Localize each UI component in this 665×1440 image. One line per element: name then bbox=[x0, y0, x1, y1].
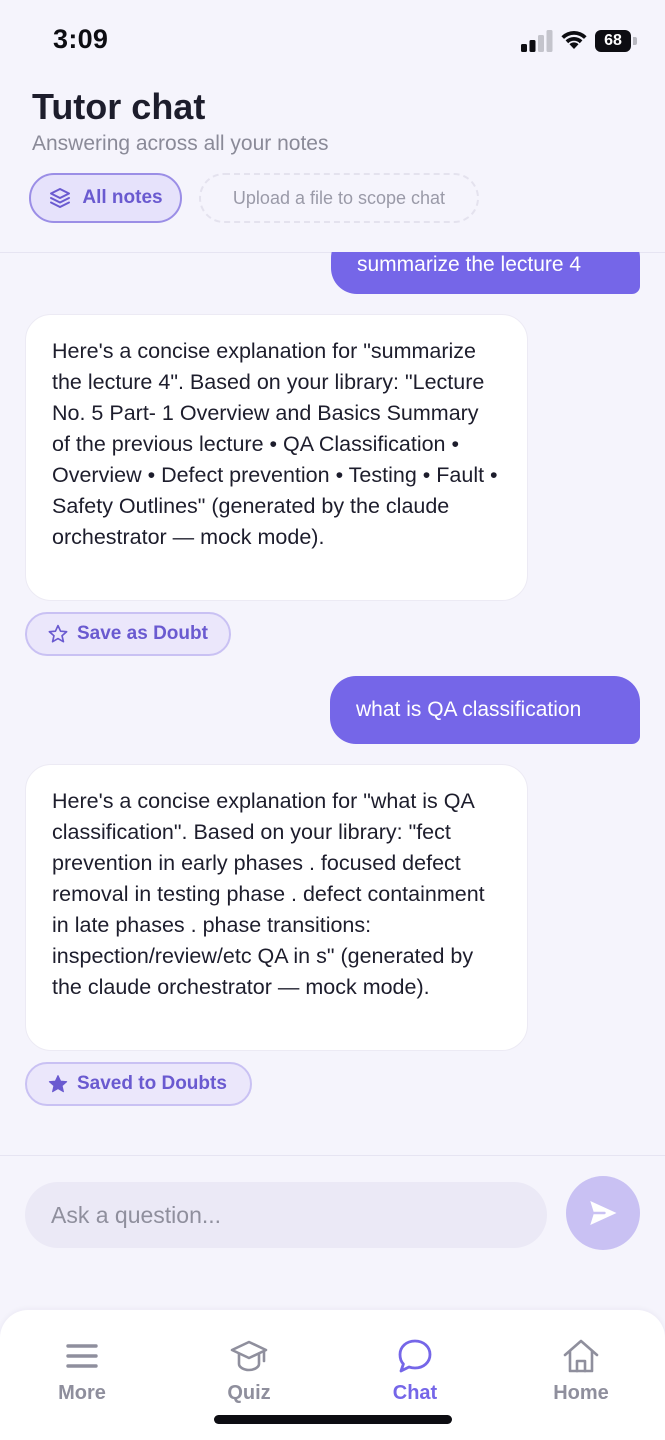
tab-chat[interactable]: Chat bbox=[350, 1336, 480, 1408]
all-notes-chip[interactable]: All notes bbox=[29, 173, 182, 223]
saved-to-doubts-button[interactable]: Saved to Doubts bbox=[25, 1062, 252, 1106]
page-title: Tutor chat bbox=[32, 86, 206, 127]
saved-to-doubts-label: Saved to Doubts bbox=[77, 1073, 227, 1094]
home-icon bbox=[563, 1339, 599, 1373]
upload-file-label: Upload a file to scope chat bbox=[232, 187, 446, 208]
assistant-message: Here's a concise explanation for "what i… bbox=[25, 764, 528, 1051]
tab-quiz[interactable]: Quiz bbox=[184, 1336, 314, 1408]
user-message-text: summarize the lecture 4 bbox=[357, 253, 582, 276]
battery-indicator: 68 bbox=[595, 30, 637, 52]
send-button[interactable] bbox=[566, 1176, 640, 1250]
layers-icon bbox=[50, 188, 71, 208]
status-time: 3:09 bbox=[53, 24, 109, 54]
chat-header: Tutor chat Answering across all your not… bbox=[0, 70, 665, 253]
tab-more[interactable]: More bbox=[17, 1336, 147, 1408]
star-filled-icon bbox=[48, 1075, 68, 1093]
save-as-doubt-button[interactable]: Save as Doubt bbox=[25, 612, 231, 656]
upload-file-chip[interactable]: Upload a file to scope chat bbox=[199, 173, 479, 223]
star-outline-icon bbox=[48, 624, 68, 643]
send-icon bbox=[590, 1201, 617, 1225]
user-message: summarize the lecture 4 bbox=[331, 252, 640, 294]
battery-nub bbox=[633, 37, 637, 45]
user-message-text: what is QA classification bbox=[356, 698, 582, 721]
chat-bubble-icon bbox=[398, 1339, 432, 1373]
assistant-message-text: Here's a concise explanation for "summar… bbox=[52, 339, 498, 549]
tab-chat-label: Chat bbox=[392, 1382, 438, 1404]
graduation-cap-icon bbox=[230, 1340, 268, 1372]
wifi-icon bbox=[561, 31, 587, 49]
tab-more-label: More bbox=[58, 1382, 106, 1404]
page-subtitle: Answering across all your notes bbox=[32, 132, 329, 155]
home-indicator bbox=[214, 1415, 452, 1424]
tab-quiz-label: Quiz bbox=[227, 1382, 271, 1404]
chat-messages[interactable]: summarize the lecture 4 Here's a concise… bbox=[0, 252, 665, 1155]
assistant-message-text: Here's a concise explanation for "what i… bbox=[52, 789, 485, 999]
save-as-doubt-label: Save as Doubt bbox=[77, 623, 208, 644]
menu-icon bbox=[66, 1344, 98, 1368]
ask-question-input[interactable] bbox=[25, 1182, 547, 1248]
cellular-signal-icon bbox=[521, 30, 553, 52]
all-notes-label: All notes bbox=[82, 187, 163, 208]
message-composer bbox=[0, 1155, 665, 1311]
tab-home-label: Home bbox=[553, 1382, 609, 1404]
user-message: what is QA classification bbox=[330, 676, 640, 744]
status-bar: 3:09 68 bbox=[0, 0, 665, 70]
assistant-message: Here's a concise explanation for "summar… bbox=[25, 314, 528, 601]
tab-home[interactable]: Home bbox=[516, 1336, 646, 1408]
battery-level: 68 bbox=[595, 30, 631, 52]
